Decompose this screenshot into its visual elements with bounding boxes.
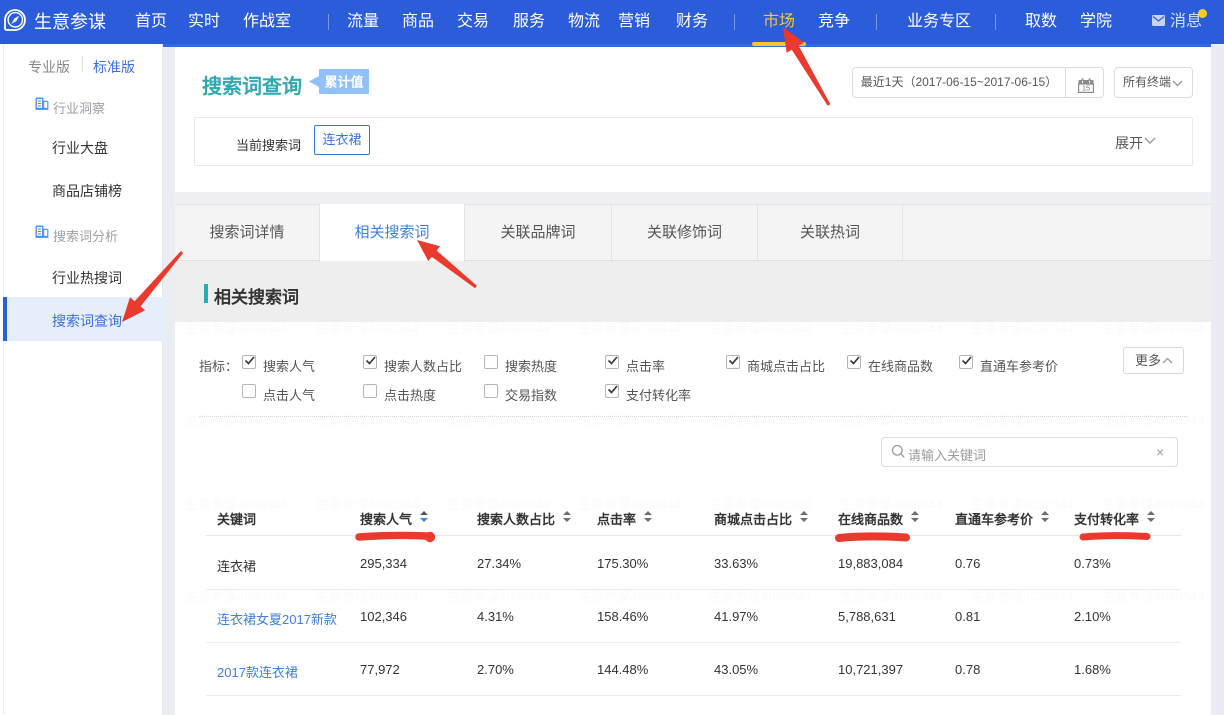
- svg-text:15: 15: [1082, 84, 1090, 93]
- svg-text:累计值: 累计值: [324, 75, 363, 90]
